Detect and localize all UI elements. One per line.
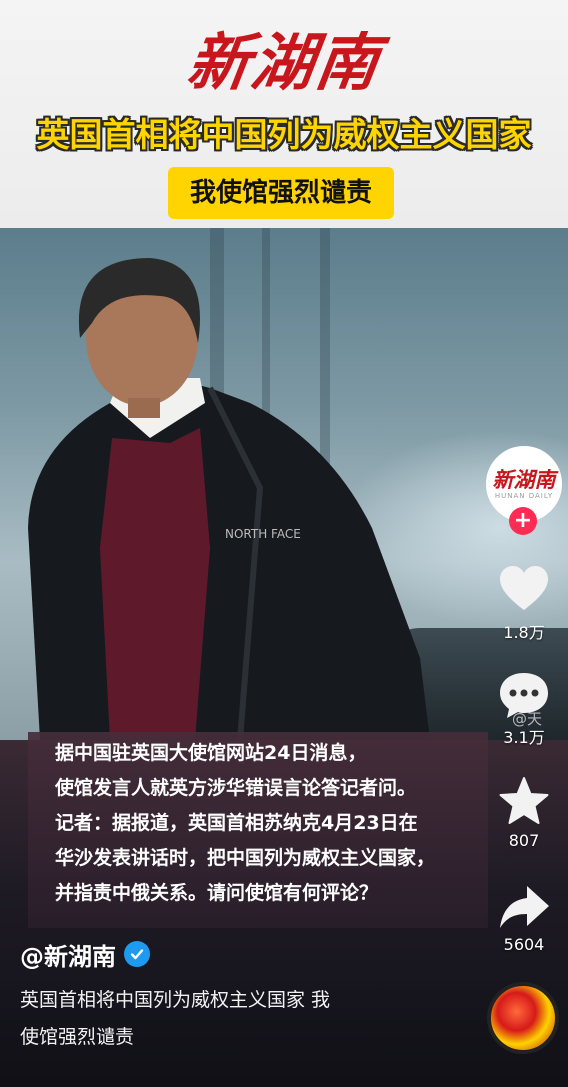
avatar-logo-text: 新湖南: [492, 467, 556, 492]
share-button[interactable]: [497, 880, 551, 934]
video-frame-photo[interactable]: NORTH FACE: [0, 228, 568, 740]
author-name[interactable]: @新湖南: [20, 937, 116, 972]
headline-title: 英国首相将中国列为威权主义国家: [36, 115, 532, 154]
follow-button[interactable]: +: [509, 507, 537, 535]
share-arrow-icon: [500, 886, 549, 928]
verified-badge-icon: [124, 941, 150, 967]
quote-line: 使馆发言人就英方涉华错误言论答记者问。: [55, 777, 417, 799]
svg-text:NORTH FACE: NORTH FACE: [225, 527, 301, 541]
caption-line: 使馆强烈谴责: [20, 1026, 135, 1048]
heart-icon: [500, 566, 548, 610]
brand-logo: 新湖南: [182, 26, 386, 99]
caption-line: 英国首相将中国列为威权主义国家 我: [20, 989, 331, 1011]
quote-line: 据中国驻英国大使馆网站24日消息，: [55, 742, 367, 764]
music-disc-icon[interactable]: [487, 982, 559, 1054]
share-count: 5604: [503, 935, 545, 954]
quote-line: 华沙发表讲话时，把中国列为威权主义国家，: [55, 847, 436, 869]
quote-line: 并指责中俄关系。请问使馆有何评论？: [55, 882, 379, 904]
comment-count: 3.1万: [503, 728, 545, 747]
favorite-count: 807: [508, 831, 540, 850]
article-quote-text: 据中国驻英国大使馆网站24日消息， 使馆发言人就英方涉华错误言论答记者问。 记者…: [55, 736, 495, 911]
person-figure: NORTH FACE: [28, 258, 430, 740]
video-caption[interactable]: 英国首相将中国列为威权主义国家 我 使馆强烈谴责: [20, 982, 450, 1056]
video-title-banner: 新湖南 英国首相将中国列为威权主义国家 我使馆强烈谴责: [0, 0, 568, 228]
subheadline-badge: 我使馆强烈谴责: [168, 167, 394, 219]
like-button[interactable]: [497, 562, 551, 616]
author-row[interactable]: @新湖南: [20, 934, 150, 974]
like-count: 1.8万: [503, 623, 545, 642]
quote-line: 记者：据报道，英国首相苏纳克4月23日在: [55, 812, 418, 834]
favorite-button[interactable]: [497, 775, 551, 829]
avatar-sub-text: HUNAN DAILY: [494, 492, 554, 500]
star-icon: [499, 777, 549, 824]
